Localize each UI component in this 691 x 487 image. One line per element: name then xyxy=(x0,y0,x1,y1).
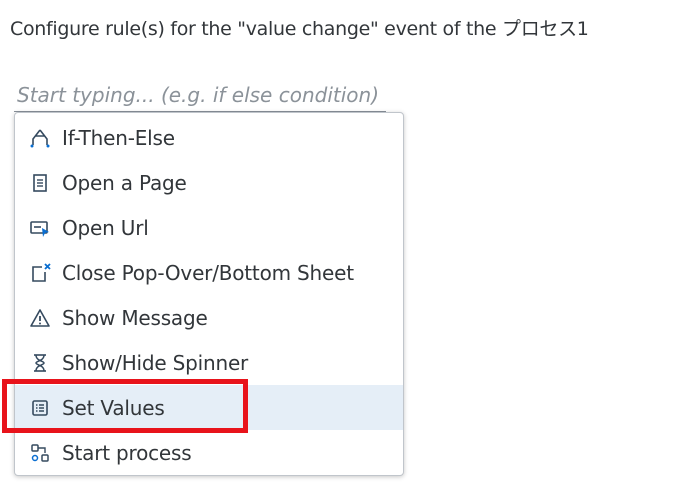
menu-item-label: Start process xyxy=(62,440,192,465)
menu-item-start-process[interactable]: Start process xyxy=(15,430,403,475)
menu-item-label: Open Url xyxy=(62,215,149,240)
menu-item-label: Close Pop-Over/Bottom Sheet xyxy=(62,260,354,285)
hourglass-icon xyxy=(29,352,51,374)
if-then-else-icon xyxy=(29,127,51,149)
menu-item-open-page[interactable]: Open a Page xyxy=(15,160,403,205)
dialog-title: Configure rule(s) for the "value change"… xyxy=(10,18,589,40)
page-icon xyxy=(29,172,51,194)
list-icon xyxy=(29,397,51,419)
menu-item-label: Show/Hide Spinner xyxy=(62,350,249,375)
menu-item-label: Set Values xyxy=(62,395,165,420)
menu-item-label: Open a Page xyxy=(62,170,187,195)
menu-item-close-popover[interactable]: Close Pop-Over/Bottom Sheet xyxy=(15,250,403,295)
menu-item-show-hide-spinner[interactable]: Show/Hide Spinner xyxy=(15,340,403,385)
menu-item-label: Show Message xyxy=(62,305,208,330)
menu-item-if-then-else[interactable]: If-Then-Else xyxy=(15,115,403,160)
menu-item-label: If-Then-Else xyxy=(62,125,175,150)
close-popover-icon xyxy=(29,262,51,284)
process-icon xyxy=(29,442,51,464)
open-url-icon xyxy=(29,217,51,239)
warning-icon xyxy=(29,307,51,329)
rule-type-dropdown: If-Then-Else Open a Page Open Url Close … xyxy=(14,112,404,476)
rule-search-input[interactable] xyxy=(14,78,386,112)
menu-item-set-values[interactable]: Set Values xyxy=(15,385,403,430)
menu-item-open-url[interactable]: Open Url xyxy=(15,205,403,250)
menu-item-show-message[interactable]: Show Message xyxy=(15,295,403,340)
